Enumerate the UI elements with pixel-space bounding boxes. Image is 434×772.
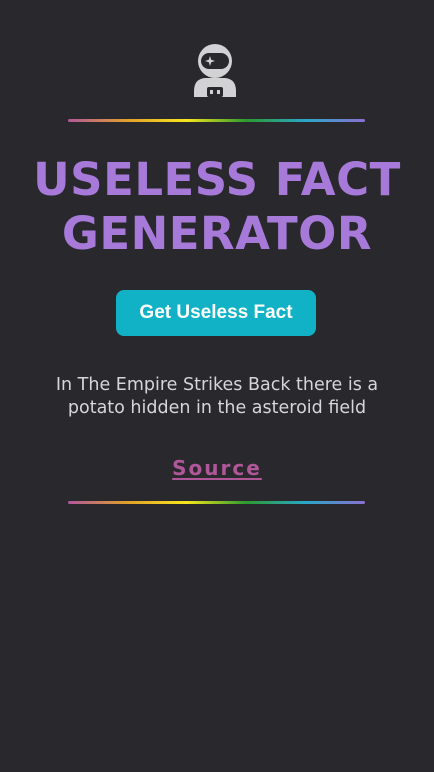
rainbow-divider-bottom [68,501,365,504]
astronaut-icon [191,43,239,97]
rainbow-divider-top [68,119,365,122]
get-fact-button[interactable]: Get Useless Fact [116,290,316,336]
page-title: USELESS FACT GENERATOR [33,153,401,260]
fact-text: In The Empire Strikes Back there is a po… [55,375,379,418]
source-link[interactable]: Source [0,456,434,480]
